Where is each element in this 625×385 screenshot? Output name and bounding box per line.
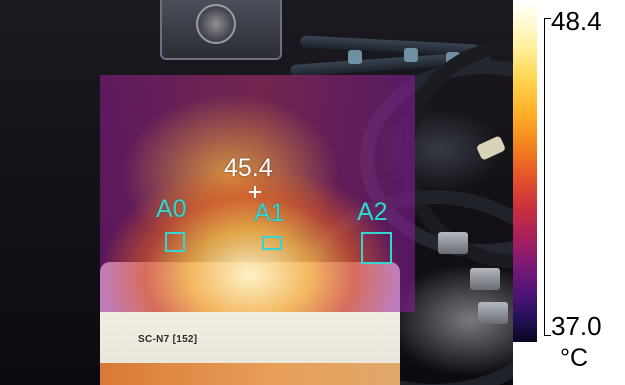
contactor-terminal bbox=[438, 232, 468, 254]
contactor-terminal bbox=[470, 268, 500, 290]
tube-fitting bbox=[348, 50, 362, 64]
plate-color-strip bbox=[100, 363, 400, 385]
marker-box-a2[interactable] bbox=[361, 232, 392, 264]
spot-temperature-readout: 45.4 bbox=[224, 154, 273, 182]
marker-box-a1[interactable] bbox=[262, 236, 282, 250]
temperature-scale-panel: 48.4 37.0 °C bbox=[513, 0, 625, 385]
scale-max-label: 48.4 bbox=[551, 6, 602, 36]
scale-range-bracket bbox=[544, 18, 551, 336]
tube-fitting bbox=[404, 48, 418, 62]
contactor-model-text: SC-N7 [152] bbox=[138, 334, 198, 345]
marker-box-a0[interactable] bbox=[165, 232, 185, 252]
marker-label-a1: A1 bbox=[254, 199, 285, 227]
marker-label-a0: A0 bbox=[156, 195, 187, 223]
contactor-terminal bbox=[478, 302, 508, 324]
timer-dial bbox=[196, 4, 236, 44]
color-scale-bar bbox=[513, 0, 537, 342]
spot-crosshair-icon[interactable] bbox=[249, 186, 261, 198]
scale-unit-label: °C bbox=[560, 344, 589, 372]
scale-min-label: 37.0 bbox=[551, 311, 602, 341]
thermal-image-viewport[interactable]: SC-N7 [152] 45.4 A0 A1 A2 bbox=[0, 0, 513, 385]
marker-label-a2: A2 bbox=[357, 198, 388, 226]
